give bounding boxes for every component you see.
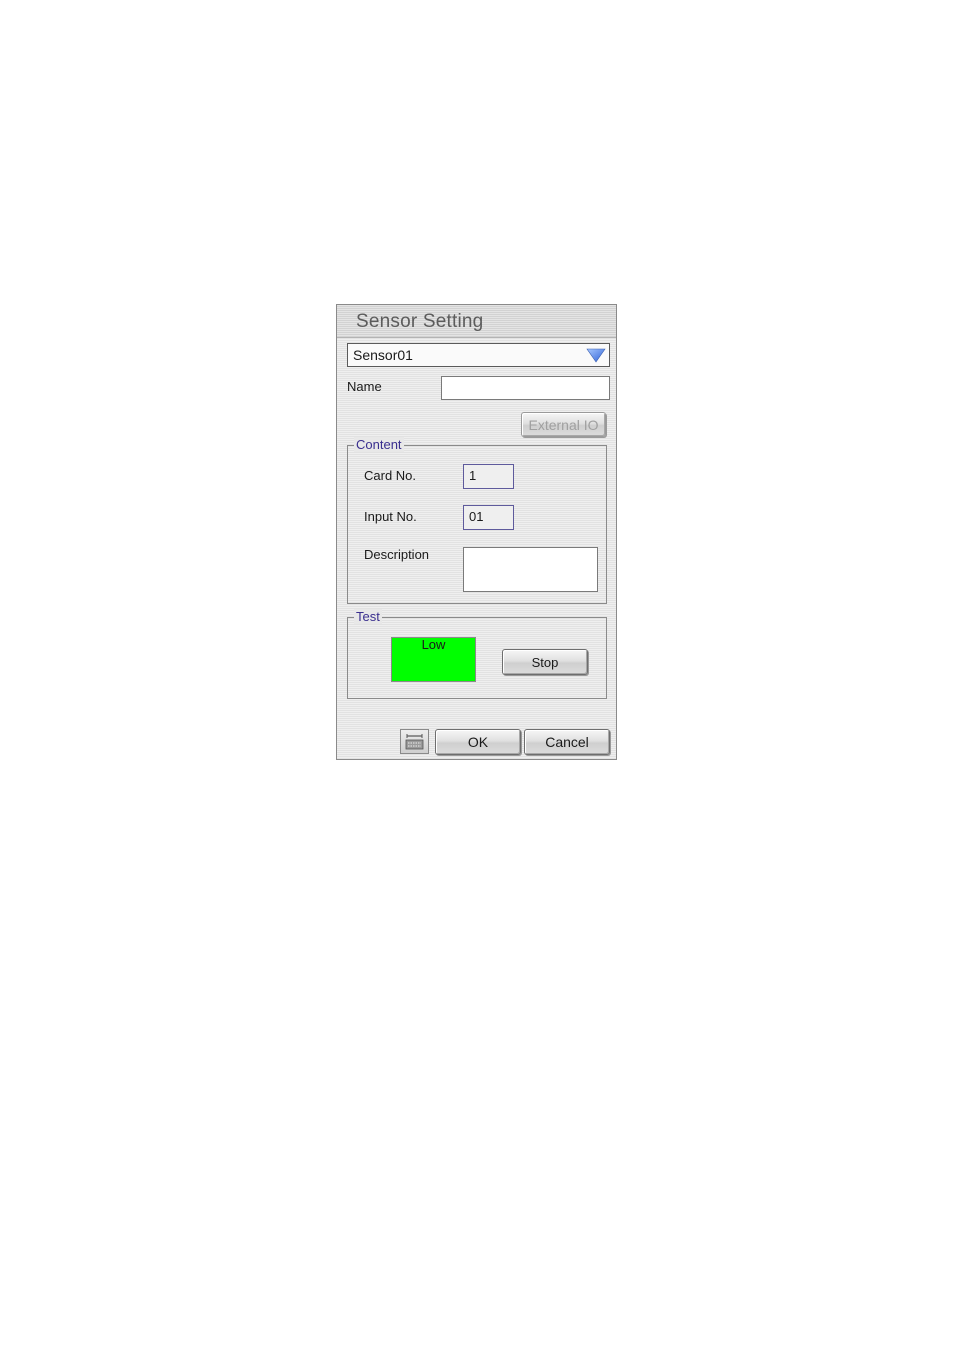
external-io-button[interactable]: External IO	[521, 412, 606, 437]
name-label: Name	[347, 379, 382, 394]
input-no-field[interactable]: 01	[463, 505, 514, 530]
content-legend: Content	[354, 437, 404, 452]
test-group: Test Low Stop	[347, 609, 607, 699]
content-group: Content Card No. 1 Input No. 01 Descript…	[347, 437, 607, 604]
ok-button[interactable]: OK	[435, 729, 521, 755]
title-bar: Sensor Setting	[337, 305, 616, 338]
stop-button[interactable]: Stop	[502, 649, 588, 675]
name-input[interactable]	[441, 376, 610, 400]
dialog-title: Sensor Setting	[356, 311, 484, 332]
description-label: Description	[364, 547, 430, 562]
keyboard-icon	[405, 734, 424, 750]
description-input[interactable]	[463, 547, 598, 592]
card-no-field[interactable]: 1	[463, 464, 514, 489]
card-no-label: Card No.	[364, 468, 417, 483]
dropdown-arrow-icon[interactable]	[586, 348, 606, 363]
sensor-status-indicator: Low	[391, 637, 476, 682]
input-no-label: Input No.	[364, 509, 417, 524]
sensor-select-value: Sensor01	[353, 347, 413, 363]
test-legend: Test	[354, 609, 382, 624]
sensor-select[interactable]: Sensor01	[347, 343, 610, 367]
cancel-button[interactable]: Cancel	[524, 729, 610, 755]
keyboard-button[interactable]	[400, 729, 429, 754]
sensor-setting-dialog: Sensor Setting Sensor01 Name External IO…	[336, 304, 617, 760]
